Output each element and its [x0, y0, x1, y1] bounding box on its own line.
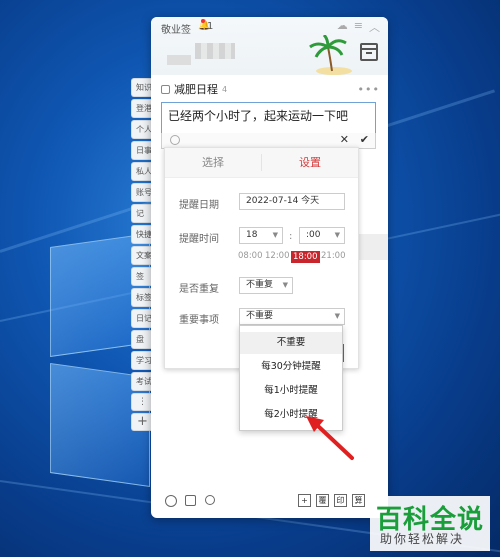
note-title: 减肥日程 — [174, 83, 218, 96]
hour-value: 18 — [246, 230, 258, 240]
category-tab[interactable]: 日记 — [131, 309, 153, 328]
confirm-button[interactable]: ✔ — [360, 133, 369, 146]
repeat-value: 不重复 — [246, 280, 274, 290]
repeat-select[interactable]: 不重复 ▼ — [239, 277, 293, 294]
dropdown-option[interactable]: 不重要 — [240, 332, 342, 354]
add-button[interactable]: + — [298, 494, 311, 507]
search-icon[interactable] — [205, 495, 215, 505]
note-header: 减肥日程 4 ••• — [161, 81, 380, 97]
clock-icon[interactable] — [170, 135, 180, 145]
watermark-subtitle: 助你轻松解决 — [380, 532, 465, 546]
watermark: 百科全说 助你轻松解决 — [370, 496, 490, 551]
cover-button[interactable]: 覆 — [316, 494, 329, 507]
hour-select[interactable]: 18 ▼ — [239, 227, 283, 244]
cloud-sync-icon[interactable]: ☁ — [337, 19, 348, 35]
palm-tree-illustration — [309, 35, 352, 75]
background-list-row — [359, 234, 388, 260]
category-tab[interactable]: 签 — [131, 267, 153, 286]
chevron-down-icon: ▼ — [334, 312, 340, 320]
calendar-icon[interactable] — [360, 43, 378, 61]
category-tab[interactable]: 考试 — [131, 372, 153, 391]
category-tab[interactable]: 盘 — [131, 330, 153, 349]
chevron-down-icon: ▼ — [334, 231, 340, 239]
reminder-time-label: 提醒时间 — [179, 234, 219, 245]
category-tab[interactable]: 学习 — [131, 351, 153, 370]
note-checkbox[interactable] — [161, 84, 170, 94]
quick-time-option[interactable]: 21:00 — [321, 251, 346, 261]
dropdown-option[interactable]: 每30分钟提醒 — [240, 356, 342, 378]
reminder-date-label: 提醒日期 — [179, 200, 219, 211]
notification-count: 1 — [207, 21, 214, 32]
dropdown-option[interactable]: 每2小时提醒 — [240, 404, 342, 426]
category-tab[interactable]: 标签 — [131, 288, 153, 307]
reminder-date-field[interactable]: 2022-07-14 今天 — [239, 193, 345, 210]
category-tab[interactable]: 账号 — [131, 183, 153, 202]
blurred-avatar — [167, 55, 191, 65]
footer-toolbar: + 覆 印 算 — [151, 488, 388, 514]
clock-icon[interactable] — [165, 495, 177, 507]
minute-select[interactable]: :00 ▼ — [299, 227, 345, 244]
minute-value: :00 — [306, 230, 321, 240]
blurred-username — [195, 43, 235, 59]
category-tab[interactable]: 私人 — [131, 162, 153, 181]
menu-icon[interactable]: ≡ — [354, 19, 363, 35]
importance-label: 重要事项 — [179, 315, 219, 326]
category-tab[interactable]: 个人 — [131, 120, 153, 139]
repeat-label: 是否重复 — [179, 284, 219, 295]
quick-time-option[interactable]: 08:00 — [238, 251, 263, 261]
print-button[interactable]: 印 — [334, 494, 347, 507]
note-count: 4 — [222, 84, 228, 94]
chevron-down-icon: ▼ — [272, 231, 278, 239]
dropdown-option[interactable]: 每1小时提醒 — [240, 380, 342, 402]
category-tab[interactable]: 知识 — [131, 78, 153, 97]
importance-select[interactable]: 不重要 ▼ — [239, 308, 345, 325]
tabs-more-button[interactable]: ⋮ — [131, 393, 153, 411]
time-separator: : — [289, 231, 293, 242]
calculate-button[interactable]: 算 — [352, 494, 365, 507]
checklist-icon[interactable] — [185, 495, 196, 506]
collapse-icon[interactable]: ︿ — [369, 19, 380, 35]
note-content-input[interactable]: 已经两个小时了，起来运动一下吧 — [161, 102, 376, 134]
importance-dropdown: 不重要 每30分钟提醒 每1小时提醒 每2小时提醒 — [239, 325, 343, 431]
quick-time-option-active[interactable]: 18:00 — [291, 251, 320, 263]
importance-value: 不重要 — [246, 311, 274, 321]
more-icon[interactable]: ••• — [358, 83, 380, 96]
category-tab[interactable]: 日事 — [131, 141, 153, 160]
category-tab[interactable]: 登港 — [131, 99, 153, 118]
category-tab[interactable]: 快捷 — [131, 225, 153, 244]
category-tabs: 知识 登港 个人 日事 私人 账号 记 快捷 文案 签 标签 日记 盘 学习 考… — [131, 78, 153, 431]
cancel-button[interactable]: ✕ — [340, 133, 349, 146]
add-tab-button[interactable]: + — [131, 413, 153, 431]
tab-select[interactable]: 选择 — [165, 154, 262, 171]
header-controls: ☁ ≡ ︿ — [337, 19, 380, 35]
app-header: 敬业签 🔔 1 ☁ ≡ ︿ — [151, 17, 388, 75]
quick-time-option[interactable]: 12:00 — [265, 251, 290, 261]
app-title: 敬业签 — [161, 25, 191, 36]
category-tab[interactable]: 文案 — [131, 246, 153, 265]
category-tab[interactable]: 记 — [131, 204, 153, 223]
panel-tabs: 选择 设置 — [165, 148, 358, 178]
chevron-down-icon: ▼ — [282, 281, 288, 289]
tab-settings[interactable]: 设置 — [262, 148, 358, 177]
